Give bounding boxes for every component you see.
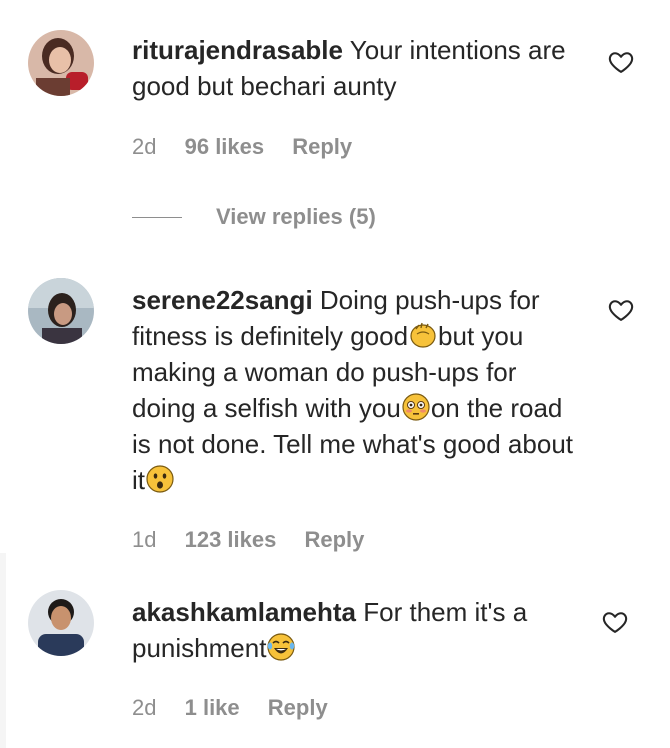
- comment-likes[interactable]: 1 like: [185, 695, 240, 720]
- tears-of-joy-icon: [266, 632, 296, 662]
- avatar-image: [28, 590, 94, 656]
- like-heart-icon[interactable]: [601, 608, 629, 636]
- comment-item: akashkamlamehta For them it's a punishme…: [0, 0, 670, 748]
- reply-button[interactable]: Reply: [268, 695, 328, 720]
- avatar[interactable]: [28, 590, 94, 656]
- comment-meta: 2d 1 like Reply: [132, 695, 328, 721]
- comment-time[interactable]: 2d: [132, 695, 156, 720]
- comment-text: akashkamlamehta For them it's a punishme…: [132, 594, 577, 666]
- comment-username[interactable]: akashkamlamehta: [132, 597, 356, 627]
